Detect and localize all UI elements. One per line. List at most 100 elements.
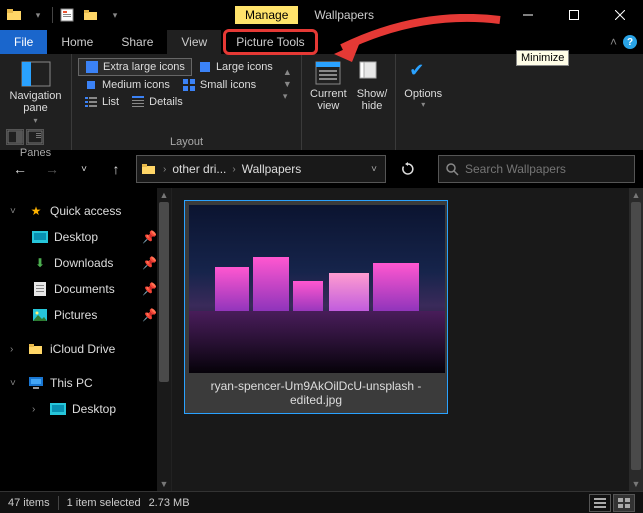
manage-contextual-tab[interactable]: Manage <box>235 6 298 24</box>
pin-icon: 📌 <box>142 230 157 244</box>
tree-label: Quick access <box>50 204 121 218</box>
refresh-button[interactable] <box>394 155 422 183</box>
tab-file[interactable]: File <box>0 30 47 54</box>
maximize-button[interactable] <box>551 0 597 30</box>
content-scrollbar[interactable]: ▲ ▼ <box>629 188 643 491</box>
item-count: 47 items <box>8 497 50 509</box>
content-area[interactable]: ryan-spencer-Um9AkOilDcU-unsplash - edit… <box>172 188 643 491</box>
up-button[interactable]: ↑ <box>104 157 128 181</box>
show-hide-icon <box>358 60 386 86</box>
tab-share[interactable]: Share <box>107 30 167 54</box>
layout-label: List <box>102 96 119 108</box>
options-label: Options <box>404 88 442 100</box>
chevron-down-icon[interactable]: ˅ <box>10 378 22 389</box>
thumbnail-image <box>189 205 445 373</box>
dropdown-caret-icon: ▾ <box>33 116 37 125</box>
tree-downloads[interactable]: ⬇ Downloads 📌 <box>0 250 171 276</box>
tree-documents[interactable]: Documents 📌 <box>0 276 171 302</box>
tree-desktop[interactable]: Desktop 📌 <box>0 224 171 250</box>
tree-label: iCloud Drive <box>50 342 115 356</box>
recent-locations-dropdown[interactable]: ˅ <box>72 157 96 181</box>
sidebar-scroll-thumb[interactable] <box>159 202 169 382</box>
breadcrumb-segment[interactable]: Wallpapers <box>242 162 302 176</box>
show-hide-button[interactable]: Show/ hide <box>355 58 390 114</box>
documents-icon <box>32 281 48 297</box>
layout-small-icons[interactable]: Small icons <box>176 77 262 93</box>
folder-icon <box>4 5 24 25</box>
tab-view[interactable]: View <box>167 30 221 54</box>
layout-details[interactable]: Details <box>125 94 189 110</box>
chevron-right-icon[interactable]: › <box>232 164 235 175</box>
pin-icon: 📌 <box>142 282 157 296</box>
chevron-down-icon[interactable]: ˅ <box>10 206 22 217</box>
tree-icloud-drive[interactable]: › iCloud Drive <box>0 336 171 362</box>
address-dropdown-icon[interactable]: ˅ <box>371 164 381 175</box>
current-view-label: Current view <box>310 88 347 112</box>
scroll-up-icon[interactable]: ▲ <box>157 188 171 202</box>
new-folder-icon[interactable] <box>81 5 101 25</box>
checkmark-icon: ✔ <box>409 60 437 86</box>
breadcrumb-segment[interactable]: other dri... <box>172 162 226 176</box>
properties-icon[interactable] <box>57 5 77 25</box>
pin-icon: 📌 <box>142 256 157 270</box>
chevron-right-icon[interactable]: › <box>10 344 22 355</box>
star-icon: ★ <box>28 203 44 219</box>
minimize-button[interactable] <box>505 0 551 30</box>
address-bar[interactable]: › other dri... › Wallpapers ˅ <box>136 155 386 183</box>
tab-home[interactable]: Home <box>47 30 107 54</box>
search-input[interactable] <box>465 162 628 176</box>
details-view-toggle[interactable] <box>589 494 611 512</box>
tree-label: Desktop <box>72 402 116 416</box>
layout-label: Details <box>149 96 183 108</box>
layout-medium-icons[interactable]: Medium icons <box>78 77 176 93</box>
scroll-up-icon[interactable]: ▲ <box>629 188 643 202</box>
options-button[interactable]: ✔ Options ▾ <box>402 58 444 111</box>
chevron-right-icon[interactable]: › <box>163 164 166 175</box>
layout-scroll[interactable]: ▲ ▼ ▾ <box>283 58 292 110</box>
layout-list[interactable]: List <box>78 94 125 110</box>
details-pane-button[interactable] <box>26 129 44 145</box>
tree-pictures[interactable]: Pictures 📌 <box>0 302 171 328</box>
expand-icon[interactable]: ▾ <box>283 91 292 102</box>
tree-this-pc[interactable]: ˅ This PC <box>0 370 171 396</box>
qat-customize-icon[interactable]: ▾ <box>105 5 125 25</box>
navigation-pane-button[interactable]: Navigation pane ▾ <box>6 58 65 127</box>
tree-label: Downloads <box>54 256 113 270</box>
tree-label: Documents <box>54 282 115 296</box>
layout-extra-large-icons[interactable]: Extra large icons <box>78 58 192 76</box>
tab-picture-tools[interactable]: Picture Tools <box>223 29 317 55</box>
qat-separator <box>52 7 53 23</box>
layout-large-icons[interactable]: Large icons <box>192 58 279 76</box>
chevron-down-icon[interactable]: ▼ <box>283 79 292 89</box>
current-view-button[interactable]: Current view <box>308 58 349 114</box>
qat-dropdown-icon[interactable]: ▾ <box>28 5 48 25</box>
quick-access-toolbar: ▾ ▾ <box>0 5 125 25</box>
tree-quick-access[interactable]: ˅ ★ Quick access <box>0 198 171 224</box>
large-icons-icon <box>198 60 212 74</box>
navigation-pane-icon <box>20 60 52 88</box>
downloads-icon: ⬇ <box>32 255 48 271</box>
file-thumbnail[interactable]: ryan-spencer-Um9AkOilDcU-unsplash - edit… <box>184 200 448 414</box>
body: ˅ ★ Quick access Desktop 📌 ⬇ Downloads 📌… <box>0 188 643 491</box>
folder-icon <box>28 341 44 357</box>
back-button[interactable]: ← <box>8 157 32 181</box>
selection-size: 2.73 MB <box>149 497 190 509</box>
content-scroll-thumb[interactable] <box>631 202 641 470</box>
preview-pane-button[interactable] <box>6 129 24 145</box>
forward-button[interactable]: → <box>40 157 64 181</box>
show-hide-label: Show/ hide <box>357 88 388 112</box>
tree-label: Pictures <box>54 308 97 322</box>
search-box[interactable] <box>438 155 635 183</box>
thumbnails-view-toggle[interactable] <box>613 494 635 512</box>
scroll-down-icon[interactable]: ▼ <box>629 477 643 491</box>
chevron-up-icon[interactable]: ▲ <box>283 67 292 77</box>
collapse-ribbon-icon[interactable]: ˄ <box>610 35 617 49</box>
window-title: Wallpapers <box>314 8 374 22</box>
scroll-down-icon[interactable]: ▼ <box>157 477 171 491</box>
close-button[interactable] <box>597 0 643 30</box>
navigation-bar: ← → ˅ ↑ › other dri... › Wallpapers ˅ <box>0 150 643 188</box>
help-icon[interactable]: ? <box>623 35 637 49</box>
chevron-right-icon[interactable]: › <box>32 404 44 415</box>
sidebar-scrollbar[interactable]: ▲ ▼ <box>157 188 171 491</box>
tree-desktop-pc[interactable]: › Desktop <box>0 396 171 422</box>
